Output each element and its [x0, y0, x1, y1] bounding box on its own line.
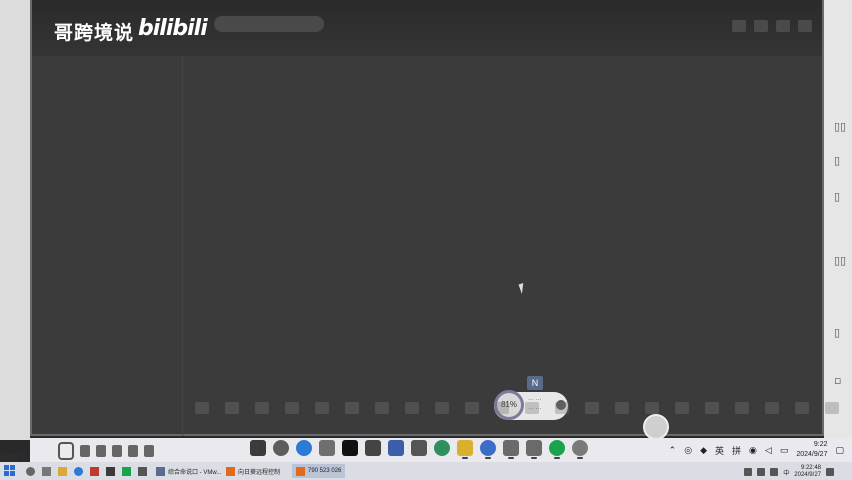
remote-taskbar: ⌃ ◎ ◆ 英 拼 ◉ ◁ ▭ 9:22 2024/9/27 ▢ [30, 438, 852, 462]
remote-time: 9:22 [813, 441, 828, 448]
taskbar-item-label: 向日葵远程控制 [238, 469, 281, 476]
ime-indicator: N [527, 376, 543, 390]
browser-icon[interactable] [434, 440, 450, 456]
app-icon[interactable] [503, 440, 519, 459]
remote-desktop-window[interactable]: 哥跨境说 bilibili [30, 0, 824, 436]
edge-mark: ▯▯ [834, 254, 847, 267]
battery-icon[interactable] [770, 468, 779, 476]
taskbar-item-remote-session[interactable]: 790 523 026 [292, 464, 346, 478]
notes-icon[interactable] [457, 440, 473, 459]
window-controls [732, 20, 812, 32]
app-icon[interactable] [102, 464, 119, 478]
notification-icon[interactable]: ▢ [835, 445, 844, 456]
local-clock[interactable]: 9:22:48 2024/9/27 [794, 465, 821, 479]
sync-icon[interactable]: ◎ [684, 445, 692, 456]
app-icon[interactable] [388, 440, 404, 456]
app-icon[interactable] [118, 464, 135, 478]
panel-divider [182, 56, 183, 436]
app-icon[interactable] [134, 464, 151, 478]
bilibili-logo: bilibili [138, 16, 208, 41]
start-icon[interactable] [250, 440, 266, 456]
app-icon[interactable] [86, 464, 103, 478]
maximize-icon[interactable] [776, 20, 790, 32]
sunlogin-icon [296, 466, 305, 476]
search-icon[interactable] [22, 464, 39, 478]
settings-icon[interactable] [732, 20, 746, 32]
pinned-apps [250, 440, 588, 459]
blurred-icon-row [195, 402, 852, 414]
ime-mode[interactable]: 拼 [732, 444, 741, 457]
remote-titlebar: 哥跨境说 bilibili [32, 0, 822, 56]
edge-mark: ▯▯ [834, 120, 847, 133]
app-icon[interactable] [572, 440, 588, 459]
taskbar-item-label: 790 523 026 [308, 468, 342, 474]
chat-icon[interactable] [144, 445, 154, 457]
edge-icon[interactable] [70, 464, 87, 478]
windows-start-icon[interactable] [4, 465, 16, 477]
notification-icon[interactable] [826, 468, 834, 476]
wifi-icon[interactable]: ◉ [749, 445, 757, 456]
wechat-icon[interactable] [549, 440, 565, 459]
task-view-icon[interactable] [38, 464, 55, 478]
record-icon[interactable] [112, 445, 122, 457]
volume-icon[interactable] [757, 468, 766, 476]
vmware-icon [156, 466, 165, 476]
ime-mode[interactable]: 中 [783, 468, 789, 477]
explorer-icon[interactable] [54, 464, 71, 478]
edge-mark: ▫ [834, 374, 842, 387]
network-icon[interactable] [744, 468, 753, 476]
blurred-address-bar [214, 16, 324, 32]
taskbar-item-vmware[interactable]: 综合命说口 - VMw... [152, 464, 225, 478]
edge-mark: ▯ [834, 190, 841, 203]
taskbar-item-sunlogin[interactable]: 向日葵远程控制 [222, 464, 284, 478]
edge-mark: ▯ [834, 154, 841, 167]
remote-date: 2024/9/27 [796, 451, 828, 458]
tiktok-icon[interactable] [342, 440, 358, 456]
screenshot-icon[interactable] [128, 445, 138, 457]
store-icon[interactable] [319, 440, 335, 456]
app-icon[interactable] [480, 440, 496, 459]
ime-language[interactable]: 英 [715, 444, 724, 457]
taskbar-item-label: 综合命说口 - VMw... [168, 469, 222, 476]
fullscreen-icon[interactable] [96, 445, 106, 457]
local-system-tray: 中 9:22:48 2024/9/27 [744, 465, 834, 479]
app-icon[interactable] [411, 440, 427, 456]
channel-watermark: 哥跨境说 [54, 22, 135, 44]
left-corner-text: 零钱包·至 [0, 455, 26, 461]
sunlogin-icon [226, 466, 235, 476]
local-time: 9:22:48 [800, 465, 821, 471]
chevron-up-icon[interactable]: ⌃ [669, 445, 677, 456]
edge-mark: ▯ [834, 326, 841, 339]
battery-icon[interactable]: ▭ [780, 445, 789, 456]
host-left-window-edge [0, 0, 30, 440]
search-icon[interactable] [273, 440, 289, 456]
remote-toolbar [58, 442, 154, 460]
local-taskbar: 综合命说口 - VMw... 向日葵远程控制 790 523 026 中 9:2… [0, 462, 852, 480]
keyboard-icon[interactable] [80, 445, 90, 457]
phone-icon[interactable] [58, 442, 74, 460]
host-right-window-edge: ▯▯ ▯ ▯ ▯▯ ▯ ▫ [824, 0, 852, 440]
floating-assistant-button[interactable] [643, 414, 669, 440]
pin-icon[interactable]: ◆ [700, 445, 707, 456]
remote-clock[interactable]: 9:22 2024/9/27 [796, 440, 827, 460]
local-date: 2024/9/27 [794, 472, 821, 478]
system-tray: ⌃ ◎ ◆ 英 拼 ◉ ◁ ▭ 9:22 2024/9/27 ▢ [669, 440, 844, 460]
multi-window-icon[interactable] [526, 440, 542, 459]
volume-icon[interactable]: ◁ [765, 445, 772, 456]
edge-browser-icon[interactable] [296, 440, 312, 456]
minimize-icon[interactable] [754, 20, 768, 32]
app-icon[interactable] [365, 440, 381, 456]
close-icon[interactable] [798, 20, 812, 32]
